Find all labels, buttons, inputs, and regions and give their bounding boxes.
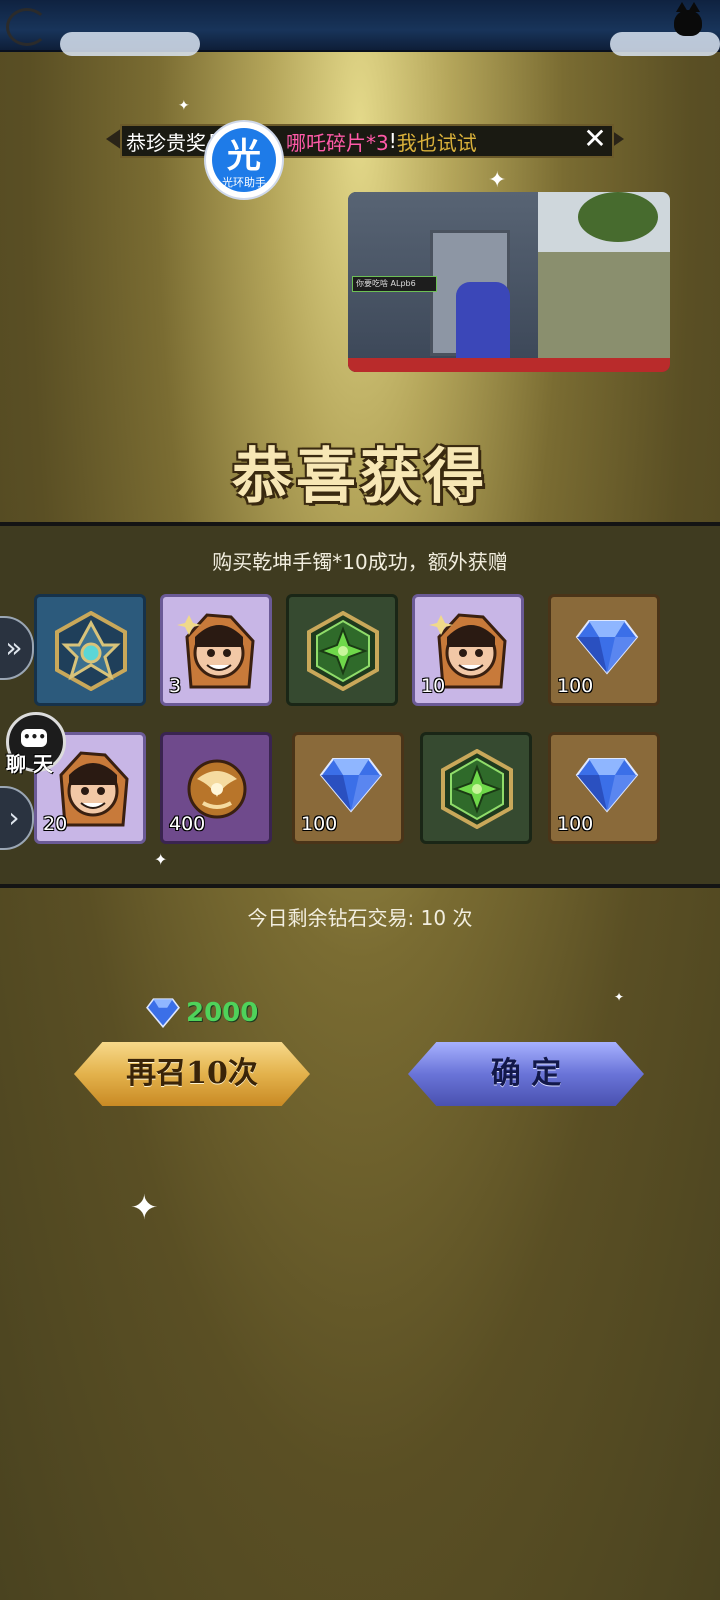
marquee-try-text: 我也试试 xyxy=(396,130,477,155)
reward-item[interactable]: 10 xyxy=(412,594,524,706)
top-banner xyxy=(0,0,720,56)
sparkle-icon: ✦ xyxy=(488,168,507,193)
reward-count: 100 xyxy=(301,813,338,835)
reward-item[interactable]: 100 xyxy=(548,732,660,844)
badge-glyph: 光 xyxy=(227,136,261,176)
reward-count: 400 xyxy=(169,813,206,835)
reward-count: 10 xyxy=(421,675,446,697)
confirm-button[interactable]: 确 定 xyxy=(408,1042,644,1106)
green-hex-emblem-icon xyxy=(307,611,379,691)
reward-count: 100 xyxy=(557,813,594,835)
video-tree xyxy=(578,192,658,242)
diamond-icon xyxy=(146,998,180,1028)
announcement-marquee: 恭珍贵奖品 哪吒碎片*3 ! 我也试试 xyxy=(120,124,614,158)
video-hud-label: 你要吃啥 ALpb6 xyxy=(352,276,437,292)
congrats-title: 恭喜获得 xyxy=(232,442,488,512)
sparkle-icon: ✦ xyxy=(154,850,168,869)
reward-count: 100 xyxy=(557,675,594,697)
marquee-exclaim: ! xyxy=(388,129,397,153)
video-player-character xyxy=(456,282,510,362)
cost-value: 2000 xyxy=(186,998,259,1028)
summon-again-button[interactable]: 再召10次 xyxy=(74,1042,310,1106)
swirl-ornament-icon xyxy=(6,8,48,46)
reward-item[interactable]: 100 xyxy=(548,594,660,706)
green-hex-emblem-icon xyxy=(441,749,513,829)
sparkle-icon: ✦ xyxy=(614,990,625,1004)
reward-item[interactable] xyxy=(420,732,532,844)
marquee-text-item: 哪吒碎片*3 xyxy=(286,130,389,155)
reward-item[interactable]: 400 xyxy=(160,732,272,844)
floating-video-window[interactable]: 你要吃啥 ALpb6 xyxy=(348,192,670,372)
close-icon[interactable]: ✕ xyxy=(580,124,610,154)
summon-cost: 2000 xyxy=(146,998,258,1028)
reward-item[interactable] xyxy=(286,594,398,706)
reward-item[interactable]: 3 xyxy=(160,594,272,706)
remaining-trades-text: 今日剩余钻石交易: 10 次 xyxy=(247,906,473,930)
nezha-fragment-icon xyxy=(177,613,255,689)
badge-label: 光环助手 xyxy=(222,176,266,189)
sparkle-icon: ✦ xyxy=(130,1188,159,1228)
assistant-float-badge[interactable]: 光 光环助手 xyxy=(206,122,282,198)
black-cat-icon xyxy=(674,2,702,36)
reward-item[interactable] xyxy=(34,594,146,706)
chat-label[interactable]: 聊 天 xyxy=(6,748,66,777)
hexagram-badge-icon xyxy=(55,611,127,691)
cloud-decoration xyxy=(610,32,720,56)
sparkle-icon: ✦ xyxy=(178,98,190,114)
cloud-decoration xyxy=(60,32,200,56)
diamond-icon xyxy=(575,620,639,675)
reward-count: 3 xyxy=(169,675,182,697)
diamond-icon xyxy=(319,758,383,813)
reward-item[interactable]: 100 xyxy=(292,732,404,844)
diamond-icon xyxy=(575,758,639,813)
reward-count: 20 xyxy=(43,813,68,835)
rewards-subtitle: 购买乾坤手镯*10成功，额外获赠 xyxy=(212,550,508,574)
